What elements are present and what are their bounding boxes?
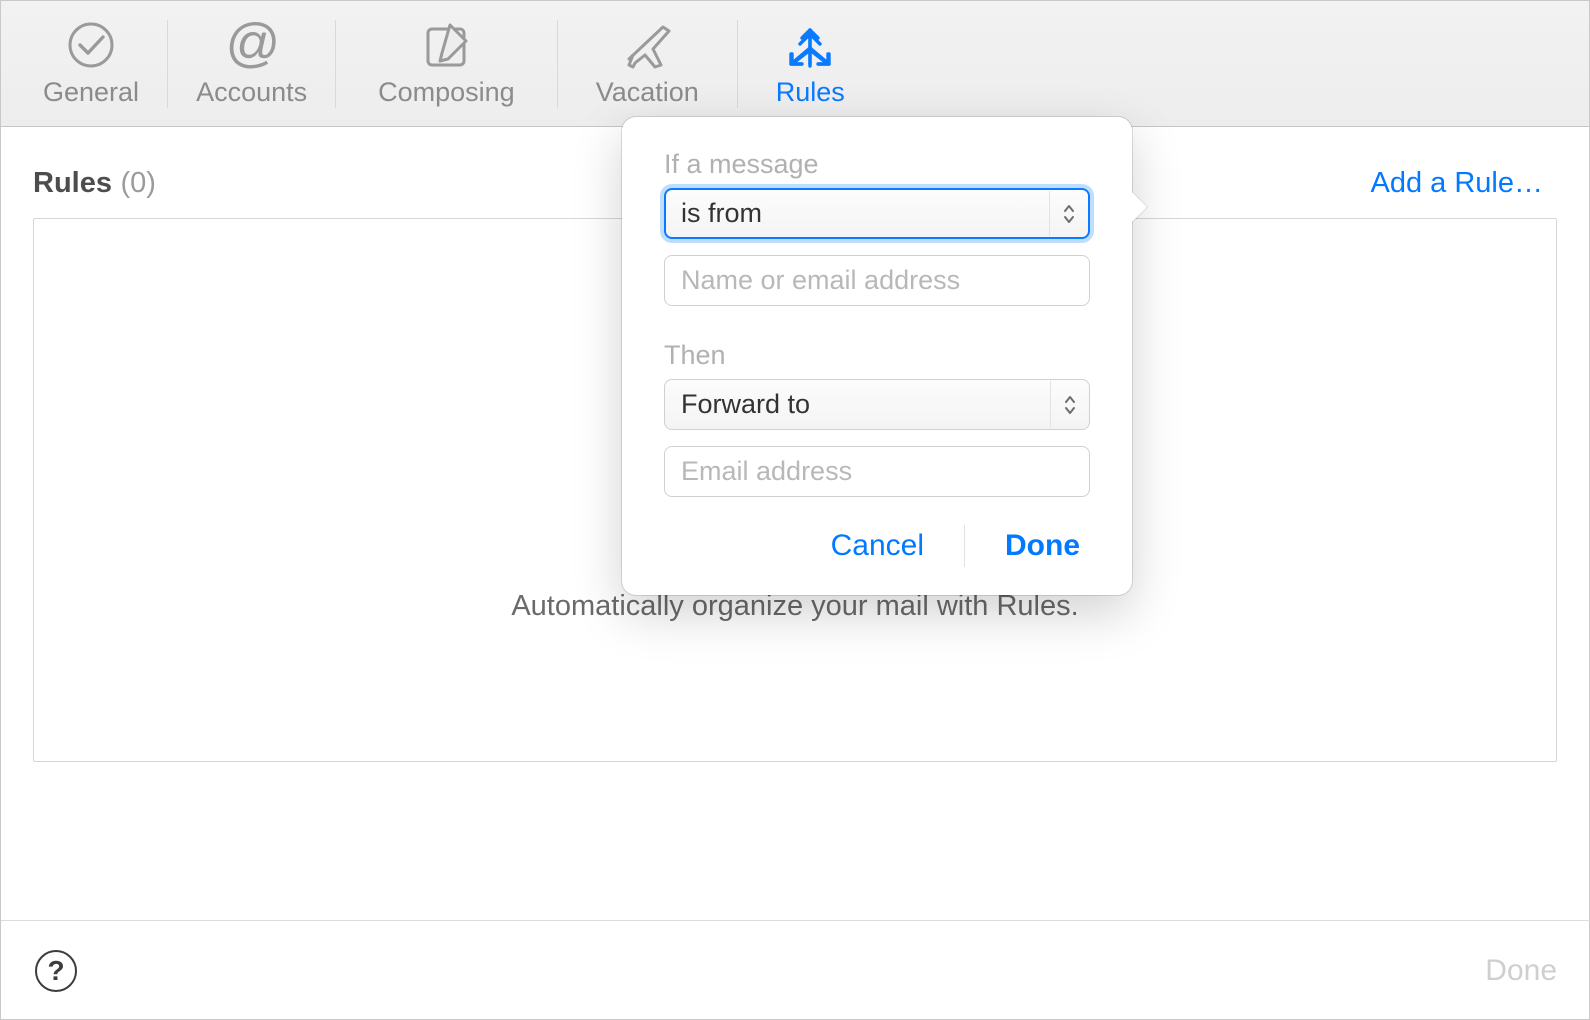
rules-title-group: Rules (0)	[33, 167, 156, 200]
rules-title: Rules	[33, 167, 112, 199]
checkmark-circle-icon	[66, 19, 116, 71]
condition-select-value: is from	[681, 198, 762, 229]
question-mark-icon: ?	[47, 955, 64, 987]
condition-label: If a message	[664, 149, 1090, 180]
rule-editor-popover: If a message is from Then Forward to	[622, 117, 1132, 595]
tab-composing[interactable]: Composing	[336, 1, 557, 126]
tab-vacation[interactable]: Vacation	[558, 1, 737, 126]
footer-bar: ? Done	[1, 920, 1590, 1020]
at-sign-icon: @	[224, 19, 280, 71]
tab-general[interactable]: General	[15, 1, 167, 126]
action-value-input[interactable]	[664, 446, 1090, 497]
preferences-toolbar: General @ Accounts Composing Vacation	[1, 1, 1589, 127]
tab-accounts[interactable]: @ Accounts	[168, 1, 335, 126]
rules-count: (0)	[120, 167, 155, 199]
svg-text:@: @	[224, 19, 279, 71]
tab-label: Composing	[378, 77, 515, 108]
button-divider	[964, 525, 965, 567]
popover-button-row: Cancel Done	[664, 525, 1090, 567]
chevron-updown-icon	[1049, 191, 1087, 236]
condition-value-input[interactable]	[664, 255, 1090, 306]
condition-select[interactable]: is from	[664, 188, 1090, 239]
help-button[interactable]: ?	[35, 950, 77, 992]
rules-arrows-icon	[781, 19, 839, 71]
cancel-button[interactable]: Cancel	[821, 525, 934, 567]
airplane-icon	[619, 19, 675, 71]
chevron-updown-icon	[1050, 381, 1088, 428]
tab-label: Accounts	[196, 77, 307, 108]
footer-done-button[interactable]: Done	[1485, 954, 1557, 988]
add-rule-button[interactable]: Add a Rule…	[1371, 167, 1544, 200]
action-label: Then	[664, 340, 1090, 371]
compose-icon	[420, 19, 472, 71]
done-button[interactable]: Done	[995, 525, 1090, 567]
tab-label: General	[43, 77, 139, 108]
tab-label: Vacation	[596, 77, 699, 108]
tab-rules[interactable]: Rules	[738, 1, 883, 126]
tab-label: Rules	[776, 77, 845, 108]
action-select[interactable]: Forward to	[664, 379, 1090, 430]
action-select-value: Forward to	[681, 389, 810, 420]
rules-content: Rules (0) Add a Rule… Automatically orga…	[1, 127, 1589, 795]
